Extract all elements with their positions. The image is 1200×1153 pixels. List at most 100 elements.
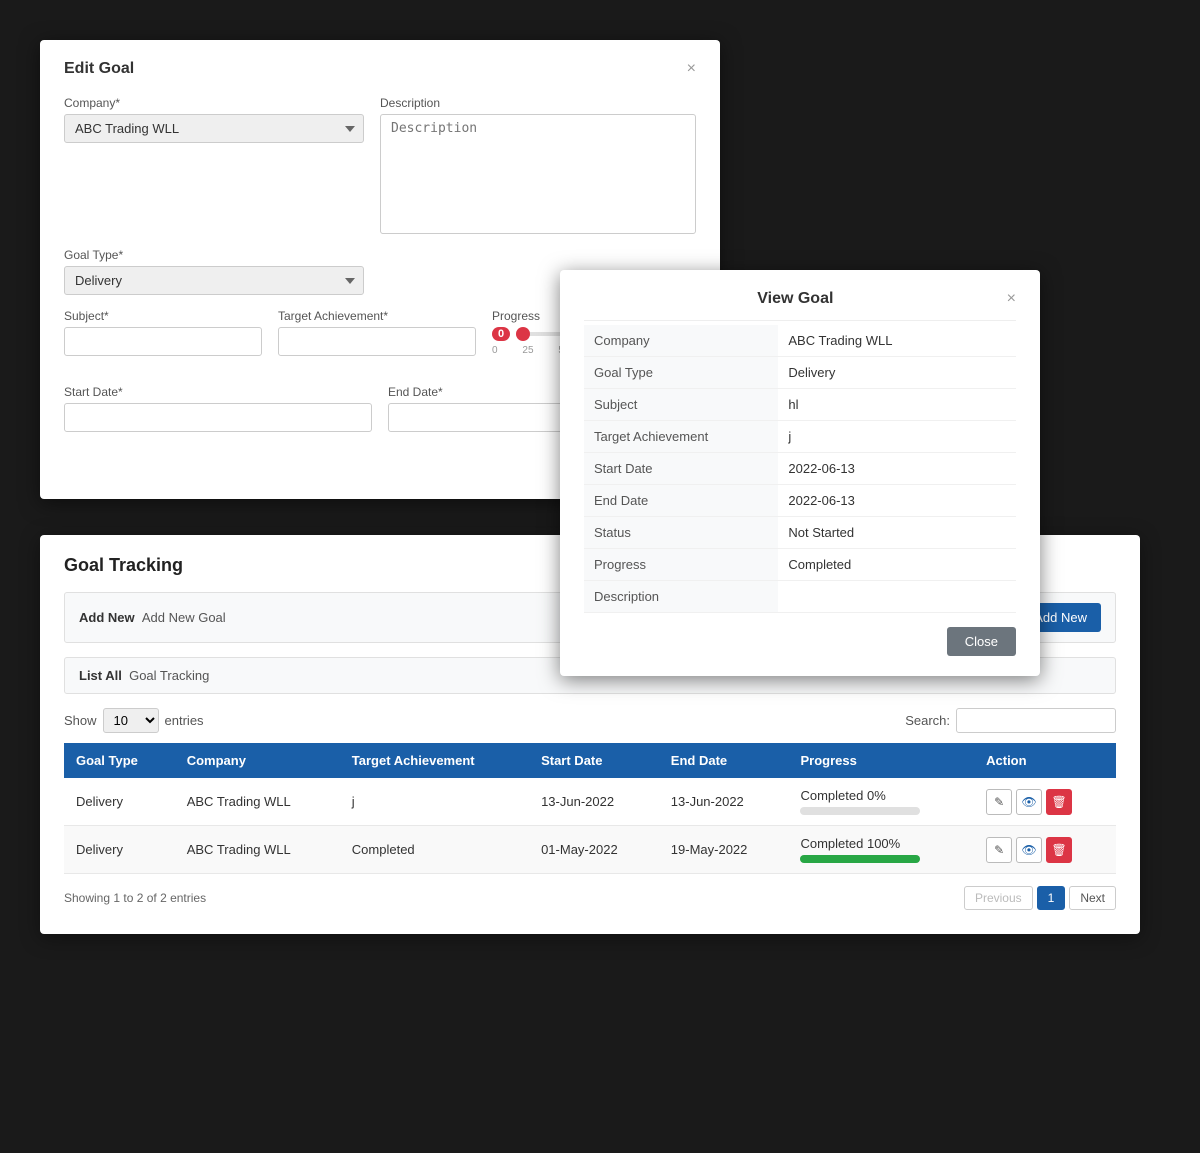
- view-goal-table: CompanyABC Trading WLLGoal TypeDeliveryS…: [584, 325, 1016, 613]
- goal-type-field-group: Goal Type* Delivery Sales Service: [64, 248, 364, 295]
- col-end-date: End Date: [659, 743, 789, 778]
- action-btns: ✎ 👁 🗑: [986, 789, 1104, 815]
- cell-target: Completed: [340, 826, 529, 874]
- view-goal-modal: View Goal × CompanyABC Trading WLLGoal T…: [560, 270, 1040, 676]
- cell-company: ABC Trading WLL: [175, 826, 340, 874]
- view-goal-modal-footer: Close: [584, 627, 1016, 656]
- view-field-value: hl: [778, 389, 1016, 421]
- show-entries-select[interactable]: 10 25 50 100: [103, 708, 159, 733]
- view-field-value: 2022-06-13: [778, 485, 1016, 517]
- view-goal-close-x-button[interactable]: ×: [1007, 291, 1016, 307]
- start-date-label: Start Date*: [64, 385, 372, 399]
- edit-goal-close-x-button[interactable]: ×: [687, 61, 696, 77]
- add-new-bar-text: Add New Add New Goal: [79, 610, 226, 625]
- view-goal-row: Subjecthl: [584, 389, 1016, 421]
- page-1-button[interactable]: 1: [1037, 886, 1066, 910]
- cell-target: j: [340, 778, 529, 826]
- delete-button[interactable]: 🗑: [1046, 789, 1072, 815]
- view-goal-row: Target Achievementj: [584, 421, 1016, 453]
- subject-label: Subject*: [64, 309, 262, 323]
- view-field-value: 2022-06-13: [778, 453, 1016, 485]
- entries-label: entries: [165, 713, 204, 728]
- table-head: Goal Type Company Target Achievement Sta…: [64, 743, 1116, 778]
- search-input[interactable]: [956, 708, 1116, 733]
- view-goal-modal-title: View Goal: [584, 290, 1007, 308]
- cell-goal-type: Delivery: [64, 778, 175, 826]
- view-goal-table-body: CompanyABC Trading WLLGoal TypeDeliveryS…: [584, 325, 1016, 613]
- target-achievement-label: Target Achievement*: [278, 309, 476, 323]
- list-all-bold: List All: [79, 668, 122, 683]
- view-button[interactable]: 👁: [1016, 789, 1042, 815]
- start-date-field-group: Start Date* 2022-06-13: [64, 385, 372, 432]
- cell-start-date: 13-Jun-2022: [529, 778, 659, 826]
- view-goal-modal-header: View Goal ×: [584, 290, 1016, 321]
- view-goal-row: Start Date2022-06-13: [584, 453, 1016, 485]
- view-button[interactable]: 👁: [1016, 837, 1042, 863]
- search-box: Search:: [905, 708, 1116, 733]
- view-field-value: Not Started: [778, 517, 1016, 549]
- cell-goal-type: Delivery: [64, 826, 175, 874]
- show-label: Show: [64, 713, 97, 728]
- table-controls: Show 10 25 50 100 entries Search:: [64, 708, 1116, 733]
- view-goal-close-button[interactable]: Close: [947, 627, 1016, 656]
- cell-company: ABC Trading WLL: [175, 778, 340, 826]
- goal-tracking-table: Goal Type Company Target Achievement Sta…: [64, 743, 1116, 874]
- edit-button[interactable]: ✎: [986, 837, 1012, 863]
- company-field-group: Company* ABC Trading WLL: [64, 96, 364, 234]
- table-footer: Showing 1 to 2 of 2 entries Previous 1 N…: [64, 886, 1116, 910]
- progress-cell: Completed 0%: [800, 788, 962, 815]
- next-page-button[interactable]: Next: [1069, 886, 1116, 910]
- view-goal-row: Goal TypeDelivery: [584, 357, 1016, 389]
- progress-bar-fill: [800, 855, 920, 863]
- view-goal-row: End Date2022-06-13: [584, 485, 1016, 517]
- progress-text: Completed 0%: [800, 788, 962, 803]
- progress-bar-bg: [800, 807, 920, 815]
- edit-goal-modal-title: Edit Goal: [64, 60, 134, 78]
- action-btns: ✎ 👁 🗑: [986, 837, 1104, 863]
- subject-input[interactable]: hl: [64, 327, 262, 356]
- delete-button[interactable]: 🗑: [1046, 837, 1072, 863]
- cell-progress: Completed 0%: [788, 778, 974, 826]
- pagination: Previous 1 Next: [964, 886, 1116, 910]
- list-all-detail: Goal Tracking: [129, 668, 209, 683]
- target-achievement-field-group: Target Achievement* j: [278, 309, 476, 371]
- show-entries: Show 10 25 50 100 entries: [64, 708, 204, 733]
- table-row: Delivery ABC Trading WLL Completed 01-Ma…: [64, 826, 1116, 874]
- edit-button[interactable]: ✎: [986, 789, 1012, 815]
- description-label: Description: [380, 96, 696, 110]
- progress-text: Completed 100%: [800, 836, 962, 851]
- list-all-text: List All Goal Tracking: [79, 668, 209, 683]
- col-goal-type: Goal Type: [64, 743, 175, 778]
- description-textarea[interactable]: [380, 114, 696, 234]
- progress-bar-bg: [800, 855, 920, 863]
- description-field-group: Description: [380, 96, 696, 234]
- cell-end-date: 19-May-2022: [659, 826, 789, 874]
- start-date-input[interactable]: 2022-06-13: [64, 403, 372, 432]
- goal-type-label: Goal Type*: [64, 248, 364, 262]
- col-action: Action: [974, 743, 1116, 778]
- view-field-value: [778, 581, 1016, 613]
- col-company: Company: [175, 743, 340, 778]
- table-row: Delivery ABC Trading WLL j 13-Jun-2022 1…: [64, 778, 1116, 826]
- progress-cell: Completed 100%: [800, 836, 962, 863]
- view-goal-row: CompanyABC Trading WLL: [584, 325, 1016, 357]
- col-progress: Progress: [788, 743, 974, 778]
- goal-type-select[interactable]: Delivery Sales Service: [64, 266, 364, 295]
- view-field-label: Progress: [584, 549, 778, 581]
- view-goal-row: StatusNot Started: [584, 517, 1016, 549]
- company-select[interactable]: ABC Trading WLL: [64, 114, 364, 143]
- col-start-date: Start Date: [529, 743, 659, 778]
- view-field-label: Status: [584, 517, 778, 549]
- company-label: Company*: [64, 96, 364, 110]
- company-description-row: Company* ABC Trading WLL Description: [64, 96, 696, 234]
- prev-page-button[interactable]: Previous: [964, 886, 1033, 910]
- add-new-goal-text: Add New Goal: [142, 610, 226, 625]
- table-body: Delivery ABC Trading WLL j 13-Jun-2022 1…: [64, 778, 1116, 874]
- view-field-label: Start Date: [584, 453, 778, 485]
- view-field-value: Completed: [778, 549, 1016, 581]
- subject-field-group: Subject* hl: [64, 309, 262, 371]
- view-field-label: Description: [584, 581, 778, 613]
- view-goal-row: Description: [584, 581, 1016, 613]
- view-field-value: j: [778, 421, 1016, 453]
- target-achievement-input[interactable]: j: [278, 327, 476, 356]
